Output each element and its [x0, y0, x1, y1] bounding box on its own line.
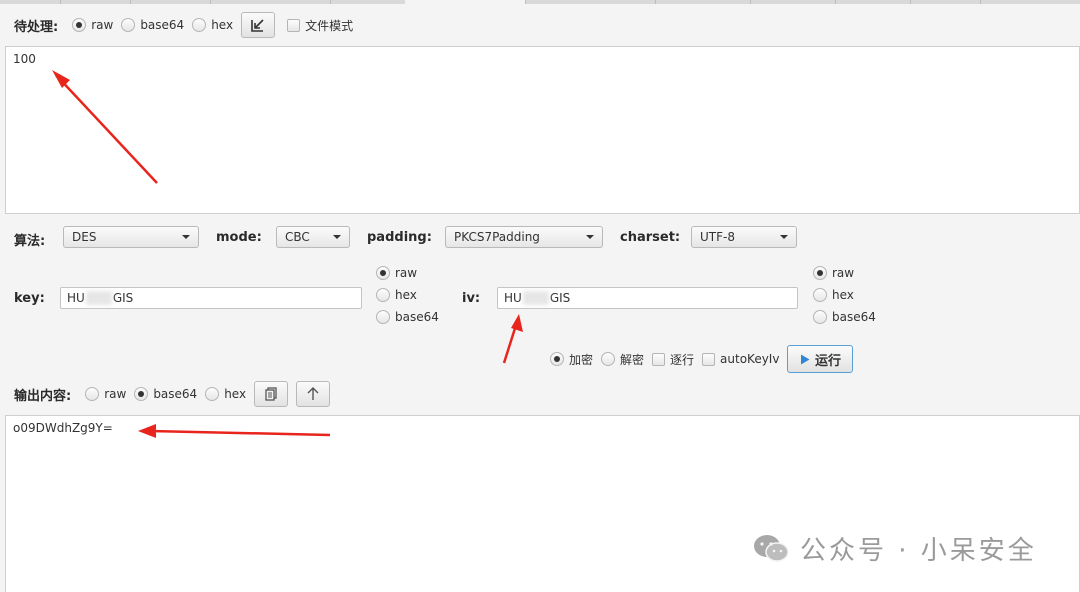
charset-label: charset: — [620, 230, 681, 245]
chevron-down-icon — [780, 235, 788, 239]
radio-icon — [72, 18, 87, 32]
chevron-down-icon — [333, 235, 341, 239]
radio-icon — [550, 352, 564, 366]
iv-format-hex[interactable]: hex — [813, 288, 876, 302]
input-text: 100 — [13, 52, 36, 66]
charset-select[interactable]: UTF-8 — [691, 226, 797, 248]
mode-select[interactable]: CBC — [276, 226, 350, 248]
input-format-raw[interactable]: raw — [72, 18, 113, 32]
key-label: key: — [14, 291, 45, 306]
key-format-group: raw hex base64 — [376, 266, 439, 324]
key-format-base64[interactable]: base64 — [376, 310, 439, 324]
decrypt-radio[interactable]: 解密 — [601, 351, 644, 368]
import-file-button[interactable] — [241, 12, 276, 38]
chevron-down-icon — [182, 235, 190, 239]
checkbox-icon — [287, 18, 301, 32]
play-icon — [800, 354, 810, 364]
mode-label: mode: — [216, 230, 262, 245]
output-header: 输出内容: raw base64 hex — [14, 381, 331, 407]
input-label: 待处理: — [14, 19, 59, 35]
radio-icon — [121, 18, 136, 32]
move-up-button[interactable] — [296, 381, 331, 407]
radio-icon — [85, 387, 100, 401]
key-format-raw[interactable]: raw — [376, 266, 439, 280]
encrypt-radio[interactable]: 加密 — [550, 351, 593, 368]
wechat-icon — [754, 534, 789, 562]
radio-icon — [192, 18, 207, 32]
key-input[interactable]: HU GIS — [60, 287, 362, 309]
iv-format-raw[interactable]: raw — [813, 266, 876, 280]
iv-format-group: raw hex base64 — [813, 266, 876, 324]
padding-label: padding: — [367, 230, 432, 245]
output-format-raw[interactable]: raw — [85, 387, 126, 401]
run-button[interactable]: 运行 — [787, 345, 854, 373]
input-header: 待处理: raw base64 hex 文件模式 — [14, 12, 353, 38]
radio-icon — [134, 387, 149, 401]
autokeyiv-checkbox[interactable]: autoKeyIv — [702, 352, 779, 366]
padding-select[interactable]: PKCS7Padding — [445, 226, 603, 248]
action-row: 加密 解密 逐行 autoKeyIv 运行 — [550, 345, 854, 373]
iv-format-base64[interactable]: base64 — [813, 310, 876, 324]
algo-label: 算法: — [14, 234, 46, 249]
key-format-hex[interactable]: hex — [376, 288, 439, 302]
radio-icon — [376, 266, 390, 280]
arrow-head — [511, 314, 523, 332]
output-format-hex[interactable]: hex — [205, 387, 246, 401]
tab-strip — [0, 0, 1080, 4]
input-format-hex[interactable]: hex — [192, 18, 233, 32]
file-mode-checkbox[interactable]: 文件模式 — [287, 17, 353, 34]
radio-icon — [376, 288, 390, 302]
radio-icon — [813, 266, 827, 280]
copy-icon — [265, 387, 277, 401]
watermark-text: 公众号 · 小呆安全 — [800, 536, 1037, 566]
checkbox-icon — [652, 352, 666, 366]
line-by-line-checkbox[interactable]: 逐行 — [652, 351, 694, 368]
radio-icon — [601, 352, 616, 366]
copy-button[interactable] — [254, 381, 289, 407]
iv-label: iv: — [462, 291, 481, 306]
watermark: 公众号 · 小呆安全 — [752, 530, 1037, 567]
redacted-mask — [85, 291, 112, 305]
algo-select[interactable]: DES — [63, 226, 199, 248]
radio-icon — [813, 288, 827, 302]
output-text: o09DWdhZg9Y= — [13, 421, 113, 435]
output-format-base64[interactable]: base64 — [134, 387, 197, 401]
input-textarea[interactable]: 100 — [5, 46, 1080, 214]
radio-icon — [813, 310, 827, 324]
checkbox-icon — [702, 352, 716, 366]
arrow-to-iv — [502, 321, 519, 364]
chevron-down-icon — [586, 235, 594, 239]
radio-icon — [205, 387, 220, 401]
import-icon — [251, 19, 264, 32]
input-format-base64[interactable]: base64 — [121, 18, 184, 32]
redacted-mask — [522, 291, 549, 305]
iv-input[interactable]: HU GIS — [497, 287, 798, 309]
arrow-up-icon — [307, 387, 319, 400]
radio-icon — [376, 310, 390, 324]
output-label: 输出内容: — [14, 388, 72, 404]
